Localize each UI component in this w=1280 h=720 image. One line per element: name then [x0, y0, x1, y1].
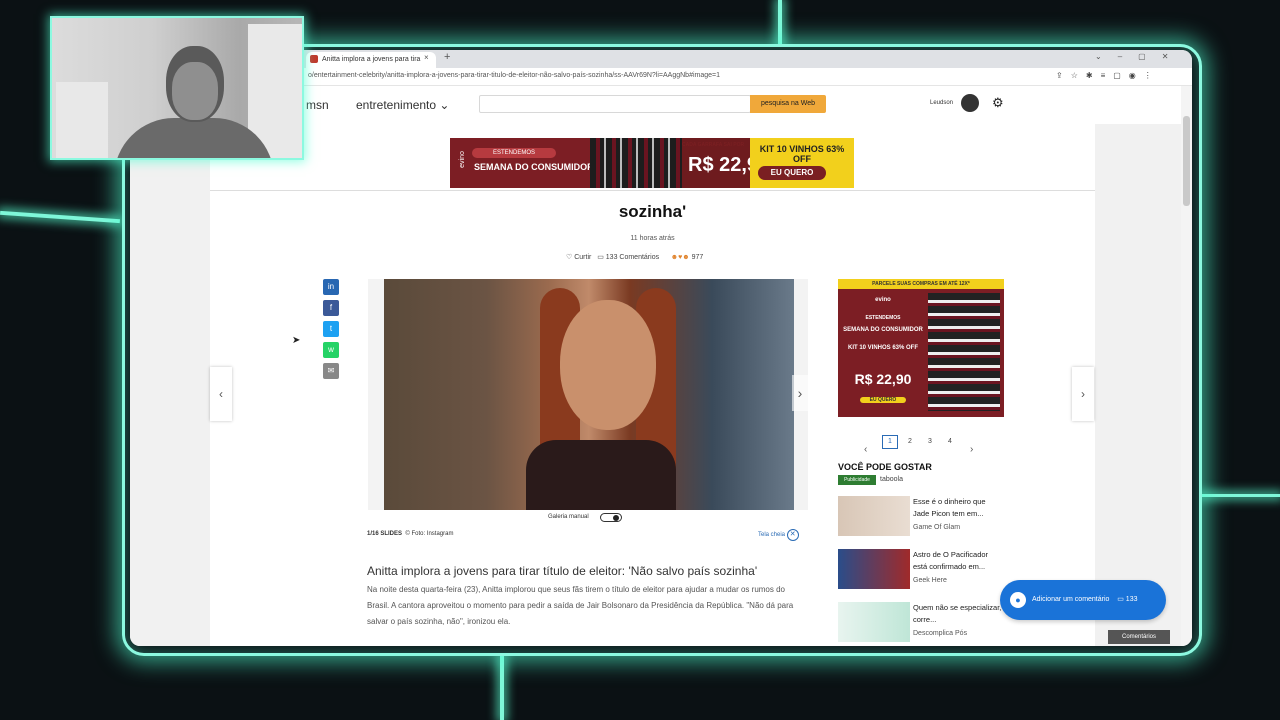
toggle-knob	[613, 515, 619, 521]
side-ad-brand: evino	[875, 297, 891, 303]
neon-line-left	[0, 210, 120, 224]
next-article-arrow-icon[interactable]: ›	[1072, 367, 1094, 421]
publicidade-badge: Publicidade	[838, 475, 876, 485]
taboola-label[interactable]: taboola	[880, 476, 903, 483]
wine-bottles	[590, 138, 682, 188]
comments-bar-button[interactable]: Comentários	[1108, 630, 1170, 644]
scrollbar[interactable]	[1181, 86, 1192, 646]
fullscreen-button[interactable]: Tela cheia ✕	[758, 529, 799, 541]
side-ad-price: R$ 22,90	[854, 371, 912, 387]
reactions-icon[interactable]: ☻♥☻	[671, 254, 690, 261]
gear-icon[interactable]: ⚙	[992, 95, 1004, 111]
search-web-button[interactable]: pesquisa na Web	[750, 95, 826, 113]
rec-source-1: Game Of Glam	[913, 524, 961, 531]
gallery-label: Galeria manual	[548, 514, 589, 520]
page-3[interactable]: 3	[928, 438, 932, 445]
mouse-cursor-icon: ➤	[292, 335, 301, 346]
slide-next-arrow-icon[interactable]: ›	[792, 375, 808, 411]
rec-thumb-1[interactable]	[838, 496, 910, 536]
fullscreen-icon[interactable]: ✕	[786, 529, 799, 541]
side-ad-cta[interactable]: EU QUERO	[860, 397, 906, 403]
facebook-icon[interactable]: f	[323, 300, 339, 316]
side-ad-offer: KIT 10 VINHOS 63% OFF	[847, 345, 919, 351]
search-input[interactable]	[479, 95, 751, 113]
banner-offer: KIT 10 VINHOS 63% OFF	[759, 144, 845, 164]
linkedin-icon[interactable]: in	[323, 279, 339, 295]
prev-article-arrow-icon[interactable]: ‹	[210, 367, 232, 421]
twitter-icon[interactable]: t	[323, 321, 339, 337]
add-comment-button[interactable]: ● Adicionar um comentário ▭ 133	[1000, 580, 1166, 620]
webcam-person-face	[172, 62, 218, 120]
msn-logo[interactable]: msn	[306, 98, 329, 112]
fullscreen-label[interactable]: Tela cheia	[758, 532, 785, 538]
comment-count[interactable]: 133	[1126, 596, 1138, 603]
user-name[interactable]: Leudson	[930, 100, 953, 106]
article-time: 11 horas atrás	[630, 235, 675, 242]
neon-line-right	[1200, 494, 1280, 497]
rec-thumb-3[interactable]	[838, 602, 910, 642]
side-ad-headline: SEMANA DO CONSUMIDOR	[843, 327, 923, 333]
banner-price-label: CADA GARRAFA SAI POR	[682, 142, 745, 148]
slide-counter: 1/16 SLIDES © Foto: Instagram	[367, 531, 453, 537]
banner-brand: evino	[458, 151, 466, 168]
banner-ad[interactable]: evino ESTENDEMOS SEMANA DO CONSUMIDOR CA…	[450, 138, 854, 188]
photo-credit: © Foto: Instagram	[405, 531, 454, 537]
article-actions: ♡ Curtir ▭ 133 Comentários ☻♥☻ 977	[566, 253, 703, 261]
new-tab-icon[interactable]: +	[444, 51, 450, 63]
article-title: sozinha'	[618, 202, 687, 221]
rec-title-3[interactable]: Quem não se especializar, corre...	[913, 602, 1003, 626]
window-controls[interactable]: ⌄–▢✕	[1095, 52, 1184, 61]
banner-headline: SEMANA DO CONSUMIDOR	[474, 162, 594, 172]
like-button[interactable]: Curtir	[574, 254, 591, 261]
slide-count: 1/16 SLIDES	[367, 531, 403, 537]
recommendations-heading: VOCÊ PODE GOSTAR	[838, 462, 932, 472]
page-2[interactable]: 2	[908, 438, 912, 445]
page-1[interactable]: 1	[882, 435, 898, 449]
section-dropdown[interactable]: entretenimento ⌄	[356, 98, 449, 112]
page-gutter-right	[1095, 124, 1181, 646]
rec-title-2[interactable]: Astro de O Pacificador está confirmado e…	[913, 549, 1003, 573]
header-divider	[210, 190, 1095, 191]
banner-cta-button[interactable]: EU QUERO	[758, 166, 826, 180]
neon-line-top	[778, 0, 782, 46]
side-ad-badge: ESTENDEMOS	[865, 315, 901, 321]
photo-face	[560, 300, 656, 430]
article-headline: Anitta implora a jovens para tirar títul…	[367, 564, 758, 578]
pager-next-icon[interactable]: ›	[970, 444, 973, 455]
gallery-toggle[interactable]	[600, 513, 622, 522]
add-comment-label[interactable]: Adicionar um comentário	[1032, 596, 1109, 603]
browser-tab[interactable]: Anitta implora a jovens para tira	[306, 52, 436, 68]
email-icon[interactable]: ✉	[323, 363, 339, 379]
side-ad-bottles	[928, 293, 1000, 411]
rec-source-2: Geek Here	[913, 577, 947, 584]
comment-count-icon: ▭	[1117, 596, 1124, 603]
tab-close-icon[interactable]: ×	[424, 53, 429, 62]
side-ad-strip: PARCELE SUAS COMPRAS EM ATÉ 12X*	[838, 279, 1004, 289]
page-4[interactable]: 4	[948, 438, 952, 445]
article-body: Na noite desta quarta-feira (23), Anitta…	[367, 585, 794, 626]
neon-line-bottom	[500, 656, 504, 720]
user-icon: ●	[1010, 592, 1026, 608]
page-gutter-left	[130, 124, 210, 646]
pager-prev-icon[interactable]: ‹	[864, 444, 867, 455]
rec-title-1[interactable]: Esse é o dinheiro que Jade Picon tem em.…	[913, 496, 1003, 520]
rec-thumb-2[interactable]	[838, 549, 910, 589]
scrollbar-thumb[interactable]	[1183, 116, 1190, 206]
photo-outfit	[526, 440, 676, 510]
webcam-shelf	[56, 82, 108, 158]
reactions-count[interactable]: 977	[692, 254, 704, 261]
banner-badge: ESTENDEMOS	[472, 148, 556, 158]
url-text[interactable]: o/entertainment-celebrity/anitta-implora…	[308, 72, 720, 79]
whatsapp-icon[interactable]: w	[323, 342, 339, 358]
side-ad[interactable]: PARCELE SUAS COMPRAS EM ATÉ 12X* evino E…	[838, 279, 1004, 417]
toolbar-icons[interactable]: ⇪☆✱≡▢◉⋮	[1056, 71, 1160, 80]
comment-icon[interactable]: ▭	[597, 254, 604, 261]
comments-link[interactable]: 133 Comentários	[606, 254, 659, 261]
webcam-overlay	[50, 16, 304, 160]
tab-favicon-icon	[310, 55, 318, 63]
avatar[interactable]	[961, 94, 979, 112]
like-icon[interactable]: ♡	[566, 254, 572, 261]
rec-source-3: Descomplica Pós	[913, 630, 968, 637]
